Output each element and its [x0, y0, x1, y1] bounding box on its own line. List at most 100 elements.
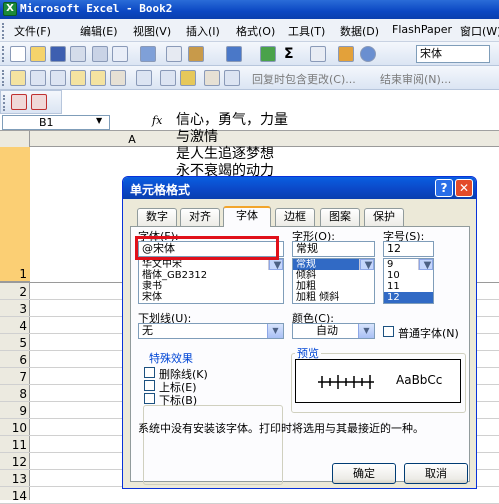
- scroll-down-icon[interactable]: ▼: [419, 259, 433, 271]
- menu-flashpaper[interactable]: FlashPaper: [392, 23, 452, 36]
- name-box[interactable]: B1: [2, 115, 110, 130]
- pdf-mail-icon[interactable]: [31, 94, 47, 110]
- style-list-scrollbar[interactable]: ▲ ▼: [359, 259, 374, 271]
- scroll-down-icon[interactable]: ▼: [269, 259, 283, 271]
- copy-icon[interactable]: [166, 46, 182, 62]
- previous-comment-icon[interactable]: [30, 70, 46, 86]
- row-header-1-selected[interactable]: 1: [0, 147, 30, 282]
- reply-with-changes-button[interactable]: 回复时包含更改(C)...: [252, 71, 356, 87]
- open-folder-icon[interactable]: [30, 46, 46, 62]
- style-list-item[interactable]: 加粗 倾斜: [293, 292, 374, 303]
- menu-view[interactable]: 视图(V): [133, 23, 171, 39]
- size-list-item[interactable]: 11: [384, 281, 433, 292]
- font-style-input[interactable]: 常规: [292, 241, 375, 257]
- row-header-10[interactable]: 10: [0, 421, 29, 435]
- next-comment-icon[interactable]: [50, 70, 66, 86]
- name-box-dropdown-icon[interactable]: ▼: [96, 116, 102, 125]
- autosum-icon[interactable]: Σ: [284, 46, 294, 62]
- row-header-2[interactable]: 2: [0, 285, 29, 299]
- row-header-7[interactable]: 7: [0, 370, 29, 384]
- menu-data[interactable]: 数据(D): [340, 23, 379, 39]
- tab-protection[interactable]: 保护: [364, 208, 404, 226]
- ok-button[interactable]: 确定: [332, 463, 396, 484]
- normal-font-label[interactable]: 普通字体(N): [398, 325, 459, 341]
- menu-tools[interactable]: 工具(T): [288, 23, 325, 39]
- help-icon[interactable]: [360, 46, 376, 62]
- menu-format[interactable]: 格式(O): [236, 23, 275, 39]
- convert-pdf-icon[interactable]: [11, 94, 27, 110]
- dropdown-arrow-icon[interactable]: ▼: [267, 324, 283, 338]
- font-list-item[interactable]: 楷体_GB2312: [139, 270, 283, 281]
- track-changes-icon[interactable]: [136, 70, 152, 86]
- delete-comment-icon[interactable]: [110, 70, 126, 86]
- row-header-6[interactable]: 6: [0, 353, 29, 367]
- row-header-5[interactable]: 5: [0, 336, 29, 350]
- update-file-icon[interactable]: [160, 70, 176, 86]
- font-name-list[interactable]: 华文中宋 楷体_GB2312 隶书 宋体 ▲ ▼: [138, 258, 284, 304]
- function-icon[interactable]: fx: [152, 114, 162, 127]
- select-all-corner[interactable]: [0, 131, 30, 147]
- formula-content[interactable]: 信心，勇气，力量 与激情 是人生追逐梦想 永不衰竭的动力: [176, 112, 306, 180]
- tab-patterns[interactable]: 图案: [320, 208, 360, 226]
- font-list-item[interactable]: 宋体: [139, 292, 283, 303]
- font-list-item[interactable]: 华文中宋: [139, 259, 283, 270]
- font-size-input[interactable]: 12: [383, 241, 434, 257]
- row-header-8[interactable]: 8: [0, 387, 29, 401]
- font-list-item[interactable]: 隶书: [139, 281, 283, 292]
- size-list-item[interactable]: 10: [384, 270, 433, 281]
- strikethrough-checkbox[interactable]: [144, 367, 155, 378]
- menu-window[interactable]: 窗口(W): [460, 23, 499, 39]
- row-header-9[interactable]: 9: [0, 404, 29, 418]
- print-icon[interactable]: [92, 46, 108, 62]
- tab-alignment[interactable]: 对齐: [180, 208, 220, 226]
- size-list-scrollbar[interactable]: ▲ ▼: [418, 259, 433, 271]
- sort-ascending-icon[interactable]: [310, 46, 326, 62]
- row-header-14[interactable]: 14: [0, 489, 29, 503]
- normal-font-checkbox[interactable]: [383, 326, 394, 337]
- font-style-list[interactable]: 常规 倾斜 加粗 加粗 倾斜 ▲ ▼: [292, 258, 375, 304]
- subscript-label[interactable]: 下标(B): [159, 392, 197, 408]
- row-header-11[interactable]: 11: [0, 438, 29, 452]
- menu-file[interactable]: 文件(F): [14, 23, 51, 39]
- dialog-help-button[interactable]: ?: [435, 179, 453, 197]
- save-icon[interactable]: [50, 46, 66, 62]
- new-file-icon[interactable]: [10, 46, 26, 62]
- end-review-button[interactable]: 结束审阅(N)...: [380, 71, 451, 87]
- ink-annotations-icon[interactable]: [204, 70, 220, 86]
- send-mail-icon[interactable]: [180, 70, 196, 86]
- new-comment-icon[interactable]: [10, 70, 26, 86]
- show-comment-icon[interactable]: [70, 70, 86, 86]
- row-header-4[interactable]: 4: [0, 319, 29, 333]
- superscript-checkbox[interactable]: [144, 380, 155, 391]
- row-header-13[interactable]: 13: [0, 472, 29, 486]
- spelling-icon[interactable]: [140, 46, 156, 62]
- dialog-close-button[interactable]: ✕: [455, 179, 473, 197]
- subscript-checkbox[interactable]: [144, 393, 155, 404]
- permission-icon[interactable]: [70, 46, 86, 62]
- style-list-item[interactable]: 倾斜: [293, 270, 374, 281]
- size-list-item-selected[interactable]: 12: [384, 292, 433, 303]
- toolbar-grip[interactable]: [3, 95, 6, 111]
- cancel-button[interactable]: 取消: [404, 463, 468, 484]
- chart-wizard-icon[interactable]: [338, 46, 354, 62]
- style-list-item[interactable]: 加粗: [293, 281, 374, 292]
- tab-number[interactable]: 数字: [137, 208, 177, 226]
- row-header-3[interactable]: 3: [0, 302, 29, 316]
- dropdown-arrow-icon[interactable]: ▼: [358, 324, 374, 338]
- color-select[interactable]: 自动 ▼: [292, 323, 375, 339]
- print-preview-icon[interactable]: [112, 46, 128, 62]
- toolbar-grip[interactable]: [2, 70, 5, 86]
- delete-ink-icon[interactable]: [224, 70, 240, 86]
- menu-edit[interactable]: 编辑(E): [80, 23, 118, 39]
- underline-select[interactable]: 无 ▼: [138, 323, 284, 339]
- font-name-combo[interactable]: 宋体: [416, 45, 490, 63]
- scroll-down-icon[interactable]: ▼: [360, 259, 374, 271]
- hyperlink-icon[interactable]: [260, 46, 276, 62]
- menu-grip[interactable]: [2, 23, 5, 39]
- undo-icon[interactable]: [226, 46, 242, 62]
- tab-font[interactable]: 字体: [223, 206, 271, 227]
- paste-icon[interactable]: [188, 46, 204, 62]
- font-size-list[interactable]: 9 10 11 12 ▲ ▼: [383, 258, 434, 304]
- column-header-a[interactable]: A: [125, 133, 139, 146]
- menu-insert[interactable]: 插入(I): [186, 23, 220, 39]
